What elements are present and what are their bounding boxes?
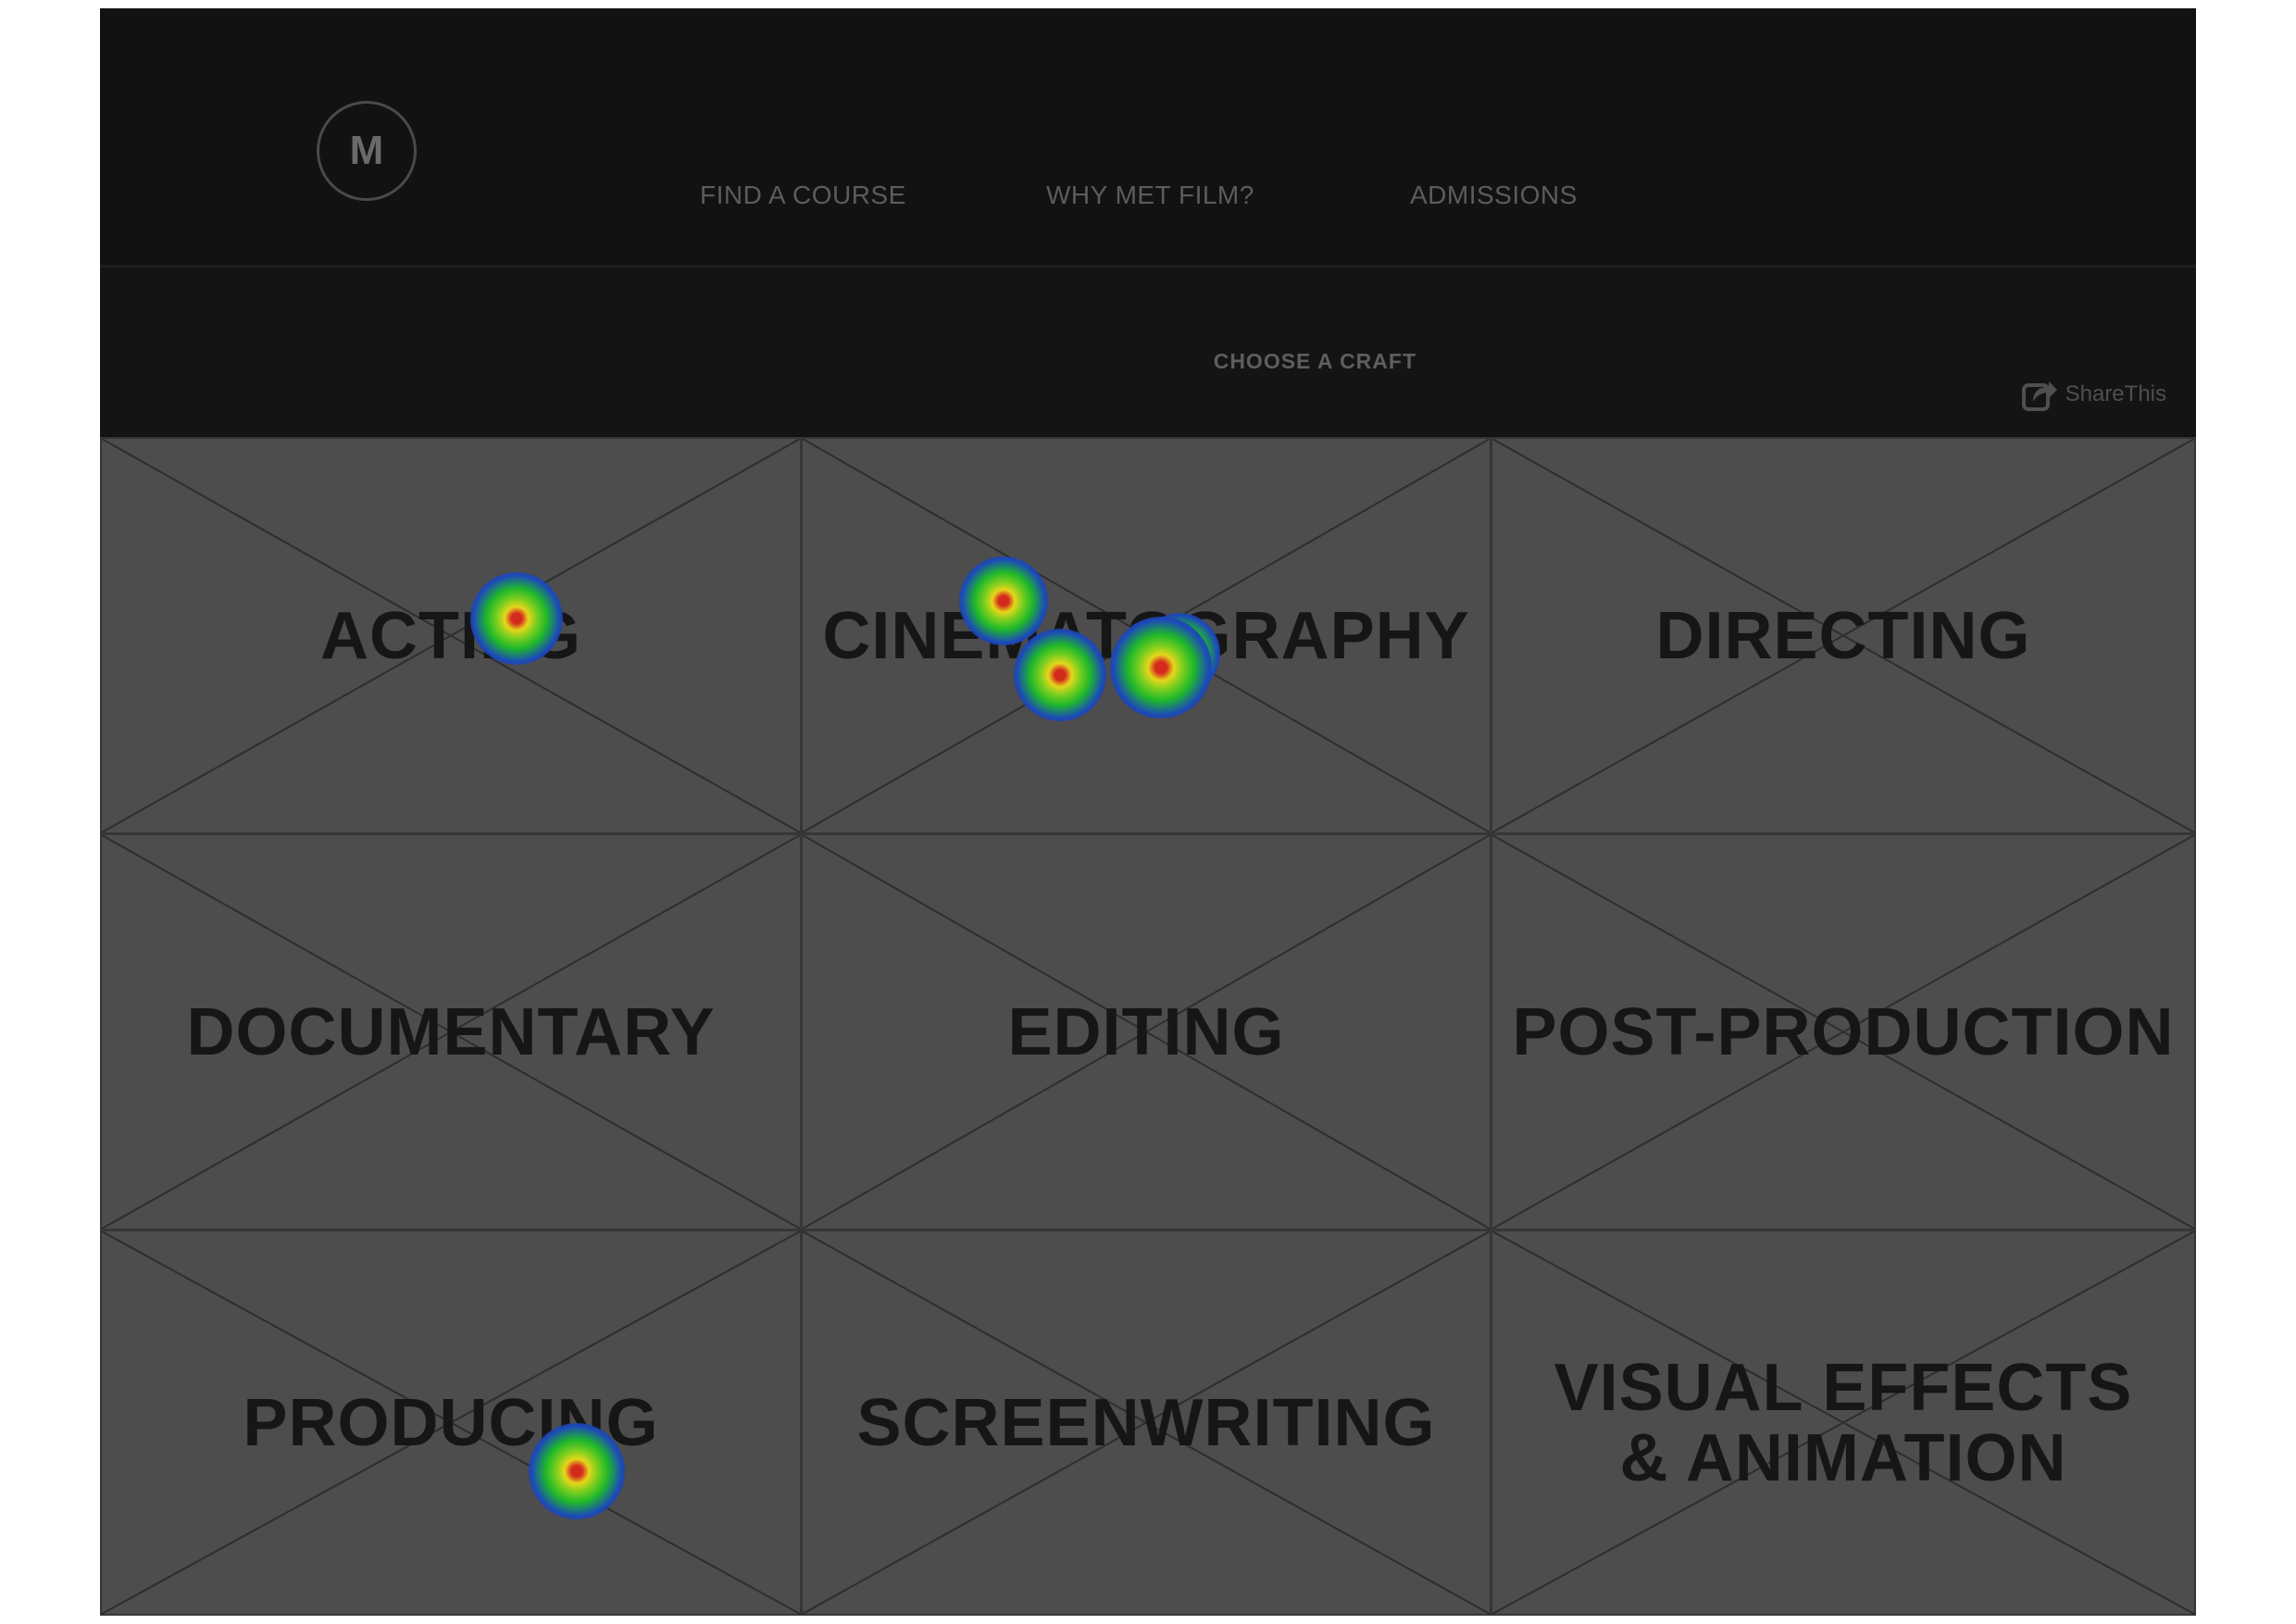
craft-grid: ACTING CINEMATOGRAPHY DIRECTING DOCUMENTARY…	[100, 437, 2196, 1616]
craft-tile-editing[interactable]: EDITING	[801, 833, 1491, 1230]
craft-label-directing: DIRECTING	[1655, 598, 2031, 673]
craft-tile-documentary[interactable]: DOCUMENTARY	[100, 833, 802, 1230]
craft-label-editing: EDITING	[1007, 994, 1285, 1069]
craft-label-visual-effects-animation: VISUAL EFFECTS & ANIMATION	[1554, 1350, 2133, 1495]
site-header: M FIND A COURSE WHY MET FILM? ADMISSIONS	[100, 8, 2196, 267]
logo-letter: M	[349, 128, 384, 173]
share-label: ShareThis	[2065, 381, 2166, 406]
choose-craft-heading: CHOOSE A CRAFT	[100, 349, 1416, 374]
nav-find-a-course[interactable]: FIND A COURSE	[700, 181, 906, 210]
craft-label-screenwriting: SCREENWRITING	[856, 1385, 1436, 1460]
craft-tile-screenwriting[interactable]: SCREENWRITING	[801, 1230, 1491, 1616]
craft-tile-producing[interactable]: PRODUCING	[100, 1230, 802, 1616]
craft-tile-cinematography[interactable]: CINEMATOGRAPHY	[801, 437, 1491, 834]
craft-label-post-production: POST-PRODUCTION	[1512, 994, 2175, 1069]
nav-admissions[interactable]: ADMISSIONS	[1410, 181, 1578, 210]
craft-tile-post-production[interactable]: POST-PRODUCTION	[1491, 833, 2196, 1230]
craft-tile-visual-effects-animation[interactable]: VISUAL EFFECTS & ANIMATION	[1491, 1230, 2196, 1616]
craft-label-producing: PRODUCING	[243, 1385, 659, 1460]
craft-label-acting: ACTING	[320, 598, 581, 673]
choose-craft-text: CHOOSE A CRAFT	[1213, 349, 1416, 373]
craft-label-cinematography: CINEMATOGRAPHY	[822, 598, 1470, 673]
page-frame: M FIND A COURSE WHY MET FILM? ADMISSIONS…	[100, 8, 2196, 1616]
site-logo[interactable]: M	[317, 101, 417, 201]
share-button[interactable]: ShareThis	[2021, 376, 2166, 413]
share-icon	[2021, 381, 2057, 411]
craft-tile-acting[interactable]: ACTING	[100, 437, 802, 834]
nav-why-met-film[interactable]: WHY MET FILM?	[1046, 181, 1254, 210]
craft-subheader: CHOOSE A CRAFT ShareThis	[100, 267, 2196, 436]
craft-label-documentary: DOCUMENTARY	[186, 994, 716, 1069]
craft-tile-directing[interactable]: DIRECTING	[1491, 437, 2196, 834]
